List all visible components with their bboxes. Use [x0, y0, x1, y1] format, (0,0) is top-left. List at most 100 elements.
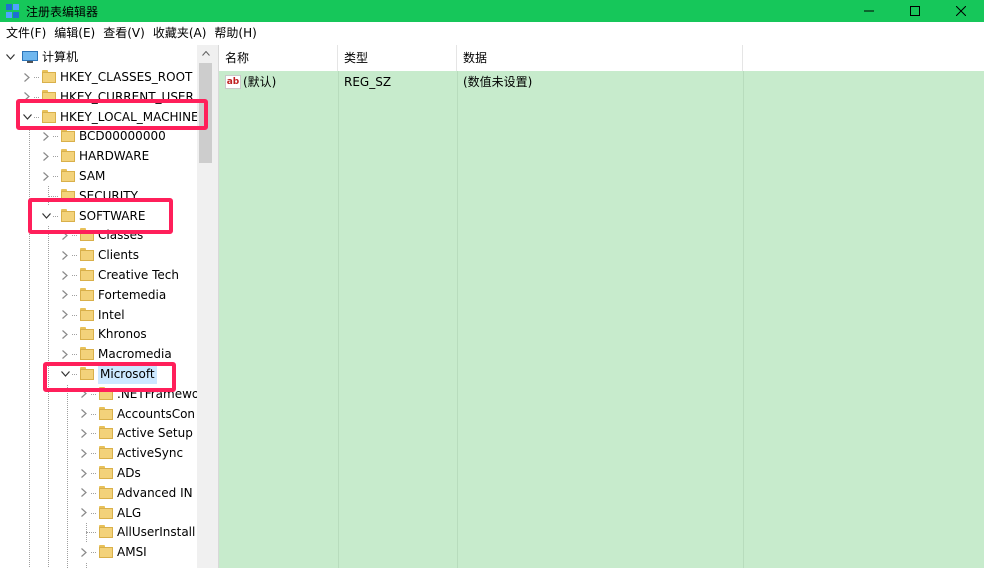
column-header-type[interactable]: 类型: [338, 45, 457, 71]
minimize-button[interactable]: [846, 0, 892, 22]
tree-item[interactable]: HARDWARE: [0, 146, 197, 167]
values-list: 名称 类型 数据 ab (默认) REG_SZ (数值未设置): [218, 45, 984, 568]
chevron-down-icon[interactable]: [4, 47, 16, 67]
tree-item[interactable]: SAM: [0, 166, 197, 186]
tree-guide-line: [86, 532, 96, 534]
tree-item[interactable]: Khronos: [0, 324, 197, 345]
column-header-name[interactable]: 名称: [219, 45, 338, 71]
tree-item-label: Creative Tech: [98, 268, 179, 282]
tree-item[interactable]: HKEY_CLASSES_ROOT: [0, 67, 197, 87]
chevron-right-icon[interactable]: [59, 265, 71, 285]
chevron-right-icon[interactable]: [78, 482, 90, 503]
column-divider: [743, 45, 744, 568]
tree-item-label: Intel: [98, 307, 125, 322]
menu-file[interactable]: 文件(F): [2, 22, 50, 44]
tree-item-label: Clients: [98, 248, 139, 263]
chevron-right-icon[interactable]: [78, 443, 90, 464]
maximize-icon: [910, 6, 920, 16]
tree-root-computer[interactable]: 计算机: [0, 47, 197, 67]
maximize-button[interactable]: [892, 0, 938, 22]
folder-icon: [99, 505, 113, 519]
folder-icon: [99, 485, 113, 499]
chevron-right-icon[interactable]: [59, 284, 71, 305]
folder-icon: [61, 129, 75, 143]
tree-item[interactable]: Fortemedia: [0, 284, 197, 305]
tree-item-label: AccountsCon: [117, 406, 196, 421]
folder-icon: [99, 406, 113, 420]
scroll-up-button[interactable]: [197, 45, 214, 62]
highlight-box-microsoft: [43, 362, 176, 392]
chevron-right-icon[interactable]: [40, 166, 52, 186]
chevron-right-icon[interactable]: [59, 304, 71, 325]
window-controls: [846, 0, 984, 22]
folder-icon: [80, 248, 94, 262]
value-type: REG_SZ: [344, 75, 392, 89]
list-header: 名称 类型 数据: [219, 45, 984, 71]
folder-icon: [61, 169, 75, 182]
highlight-box-software: [28, 198, 173, 234]
tree-item-label: Active Setup: [117, 426, 193, 441]
tree-item[interactable]: AMSI: [0, 542, 197, 563]
chevron-right-icon[interactable]: [59, 324, 71, 345]
folder-icon: [42, 70, 56, 83]
tree-item[interactable]: Intel: [0, 304, 197, 325]
folder-icon: [99, 446, 113, 460]
chevron-right-icon[interactable]: [78, 463, 90, 483]
title-bar: 注册表编辑器: [0, 0, 984, 22]
folder-icon: [80, 307, 94, 321]
tree-item[interactable]: ALG: [0, 502, 197, 523]
menu-bar: 文件(F) 编辑(E) 查看(V) 收藏夹(A) 帮助(H): [0, 22, 984, 44]
folder-icon: [80, 347, 94, 361]
minimize-icon: [864, 10, 874, 12]
tree-item-label: Fortemedia: [98, 287, 167, 302]
chevron-right-icon[interactable]: [78, 423, 90, 444]
window-title: 注册表编辑器: [26, 4, 99, 19]
column-divider: [338, 45, 339, 568]
tree-item-label: ADs: [117, 466, 141, 480]
menu-favorites[interactable]: 收藏夹(A): [149, 22, 211, 44]
menu-view[interactable]: 查看(V): [99, 22, 149, 44]
menu-edit[interactable]: 编辑(E): [50, 22, 99, 44]
table-row[interactable]: ab (默认) REG_SZ (数值未设置): [219, 72, 984, 92]
chevron-right-icon[interactable]: [78, 542, 90, 563]
tree-item[interactable]: AccountsCon: [0, 403, 197, 424]
column-header-empty: [743, 45, 984, 71]
tree-item[interactable]: Advanced IN: [0, 482, 197, 503]
folder-icon: [80, 287, 94, 301]
chevron-right-icon[interactable]: [21, 67, 33, 87]
tree-item[interactable]: ActiveSync: [0, 443, 197, 464]
tree-guide-line: [48, 195, 58, 197]
folder-icon: [61, 149, 75, 163]
string-value-icon: ab: [225, 75, 241, 89]
tree-item-label: ALG: [117, 505, 142, 520]
value-data: (数值未设置): [463, 75, 533, 89]
tree-item-label: HARDWARE: [79, 149, 150, 164]
tree-item-label: AMSI: [117, 545, 147, 560]
tree-item-label: HKEY_CLASSES_ROOT: [60, 70, 193, 84]
column-divider: [457, 45, 458, 568]
folder-icon: [80, 327, 94, 341]
tree-item[interactable]: AllUserInstall: [0, 522, 197, 542]
folder-icon: [80, 268, 94, 281]
chevron-up-icon: [201, 51, 210, 56]
folder-icon: [99, 545, 113, 559]
tree-item[interactable]: Creative Tech: [0, 265, 197, 285]
tree-item[interactable]: ADs: [0, 463, 197, 483]
folder-icon: [99, 466, 113, 479]
chevron-right-icon[interactable]: [78, 502, 90, 523]
tree-item[interactable]: Active Setup: [0, 423, 197, 444]
tree-item[interactable]: Clients: [0, 245, 197, 266]
column-header-data[interactable]: 数据: [457, 45, 743, 71]
tree-root-label: 计算机: [42, 50, 79, 64]
chevron-right-icon[interactable]: [78, 403, 90, 424]
tree-item-label: Khronos: [98, 327, 147, 342]
chevron-right-icon[interactable]: [59, 245, 71, 266]
tree-item-label: SAM: [79, 169, 106, 183]
close-button[interactable]: [938, 0, 984, 22]
computer-icon: [22, 51, 38, 63]
menu-help[interactable]: 帮助(H): [210, 22, 260, 44]
chevron-right-icon[interactable]: [40, 146, 52, 167]
tree-item-label: AllUserInstall: [117, 525, 196, 540]
tree-item-label: Advanced IN: [117, 485, 193, 500]
close-icon: [956, 6, 966, 16]
